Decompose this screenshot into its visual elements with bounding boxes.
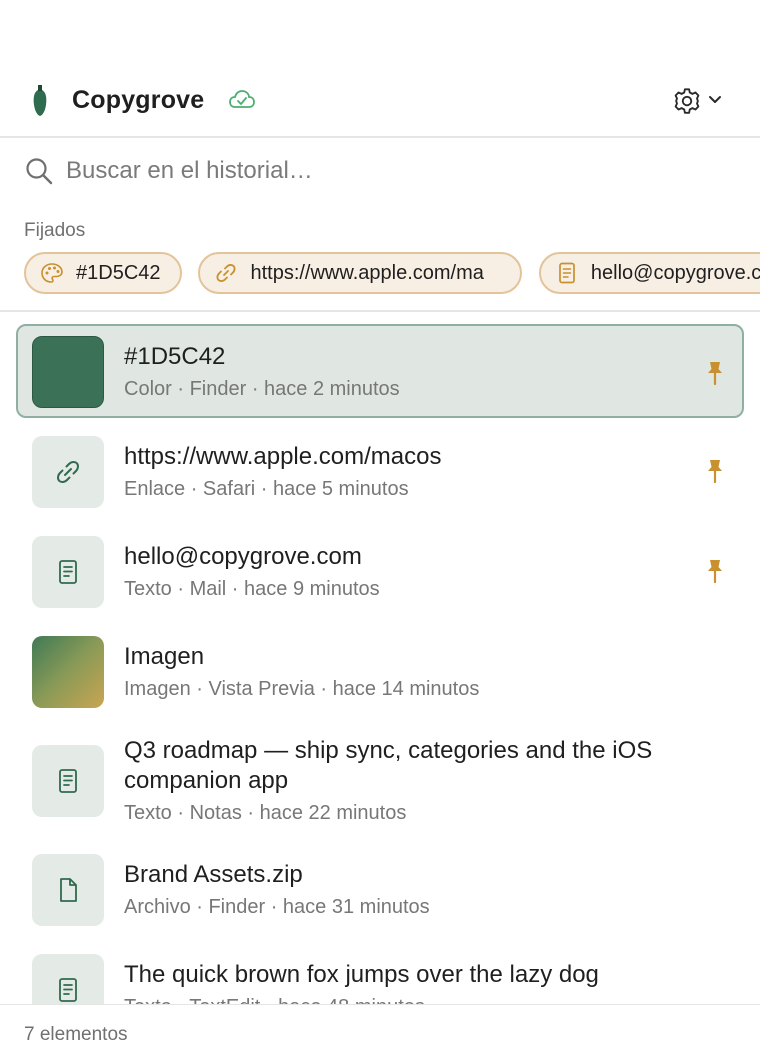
item-title: Q3 roadmap — ship sync, categories and t… bbox=[124, 737, 653, 794]
item-meta: Texto · Notas · hace 22 minutos bbox=[124, 802, 407, 824]
app-header: Copygrove bbox=[0, 62, 760, 138]
history-item[interactable]: https://www.apple.com/macos Enlace · Saf… bbox=[16, 424, 744, 518]
history-item[interactable]: Q3 roadmap — ship sync, categories and t… bbox=[16, 724, 744, 848]
search-input[interactable] bbox=[66, 152, 726, 190]
pinned-section-label: Fijados bbox=[24, 220, 86, 241]
pinned-chip-text[interactable]: hello@copygrove.co bbox=[538, 252, 760, 294]
item-title: hello@copygrove.com bbox=[124, 543, 362, 570]
gear-icon bbox=[674, 88, 700, 114]
item-meta: Enlace · Safari · hace 5 minutos bbox=[124, 478, 409, 500]
item-meta: Imagen · Vista Previa · hace 14 minutos bbox=[124, 678, 480, 700]
item-count: 7 elementos bbox=[24, 1024, 128, 1045]
chip-label: https://www.apple.com/ma bbox=[250, 262, 484, 284]
item-thumbnail bbox=[32, 954, 104, 1004]
item-title: The quick brown fox jumps over the lazy … bbox=[124, 961, 599, 988]
document-icon bbox=[559, 262, 575, 284]
history-item[interactable]: Brand Assets.zip Archivo · Finder · hace… bbox=[16, 848, 744, 942]
pin-icon[interactable] bbox=[704, 360, 726, 386]
color-swatch bbox=[32, 336, 104, 408]
pinned-divider bbox=[0, 310, 760, 312]
pin-icon[interactable] bbox=[704, 458, 726, 484]
chip-label: #1D5C42 bbox=[76, 262, 161, 284]
item-thumbnail bbox=[32, 536, 104, 608]
history-item[interactable]: The quick brown fox jumps over the lazy … bbox=[16, 948, 744, 1004]
item-thumbnail bbox=[32, 745, 104, 817]
item-title: #1D5C42 bbox=[124, 343, 226, 370]
palette-icon bbox=[41, 263, 63, 283]
item-title: https://www.apple.com/macos bbox=[124, 443, 442, 470]
link-icon bbox=[216, 264, 236, 282]
document-icon bbox=[59, 560, 77, 584]
search-icon bbox=[26, 158, 53, 185]
search-bar bbox=[0, 140, 760, 204]
status-footer: 7 elementos bbox=[0, 1006, 760, 1064]
app-logo-icon bbox=[33, 85, 47, 116]
history-item[interactable]: hello@copygrove.com Texto · Mail · hace … bbox=[16, 524, 744, 618]
item-title: Imagen bbox=[124, 643, 205, 670]
history-item[interactable]: Imagen Imagen · Vista Previa · hace 14 m… bbox=[16, 624, 744, 718]
pin-icon[interactable] bbox=[704, 558, 726, 584]
item-thumbnail bbox=[32, 436, 104, 508]
pinned-chip-color[interactable]: #1D5C42 bbox=[24, 252, 182, 294]
chip-label: hello@copygrove.co bbox=[590, 262, 760, 284]
header-divider bbox=[0, 136, 760, 138]
item-meta: Color · Finder · hace 2 minutos bbox=[124, 378, 400, 400]
history-item[interactable]: #1D5C42 Color · Finder · hace 2 minutos bbox=[16, 324, 744, 418]
history-list: #1D5C42 Color · Finder · hace 2 minutos … bbox=[0, 314, 760, 1004]
settings-menu-button[interactable] bbox=[670, 84, 730, 116]
footer-divider bbox=[0, 1004, 760, 1005]
item-meta: Texto · TextEdit · hace 48 minutos bbox=[124, 996, 425, 1004]
pinned-chips: #1D5C42 https://www.apple.com/ma hello@c… bbox=[24, 252, 760, 294]
document-icon bbox=[59, 769, 77, 793]
image-thumbnail bbox=[32, 636, 104, 708]
pinned-chip-link[interactable]: https://www.apple.com/ma bbox=[198, 252, 523, 294]
item-title: Brand Assets.zip bbox=[124, 861, 303, 888]
document-icon bbox=[59, 978, 77, 1002]
item-meta: Archivo · Finder · hace 31 minutos bbox=[124, 896, 430, 918]
item-thumbnail bbox=[32, 854, 104, 926]
cloud-sync-icon bbox=[229, 90, 255, 108]
file-icon bbox=[60, 878, 77, 902]
link-icon bbox=[57, 461, 79, 483]
chevron-down-icon bbox=[709, 96, 721, 103]
app-title: Copygrove bbox=[72, 86, 205, 114]
item-meta: Texto · Mail · hace 9 minutos bbox=[124, 578, 380, 600]
